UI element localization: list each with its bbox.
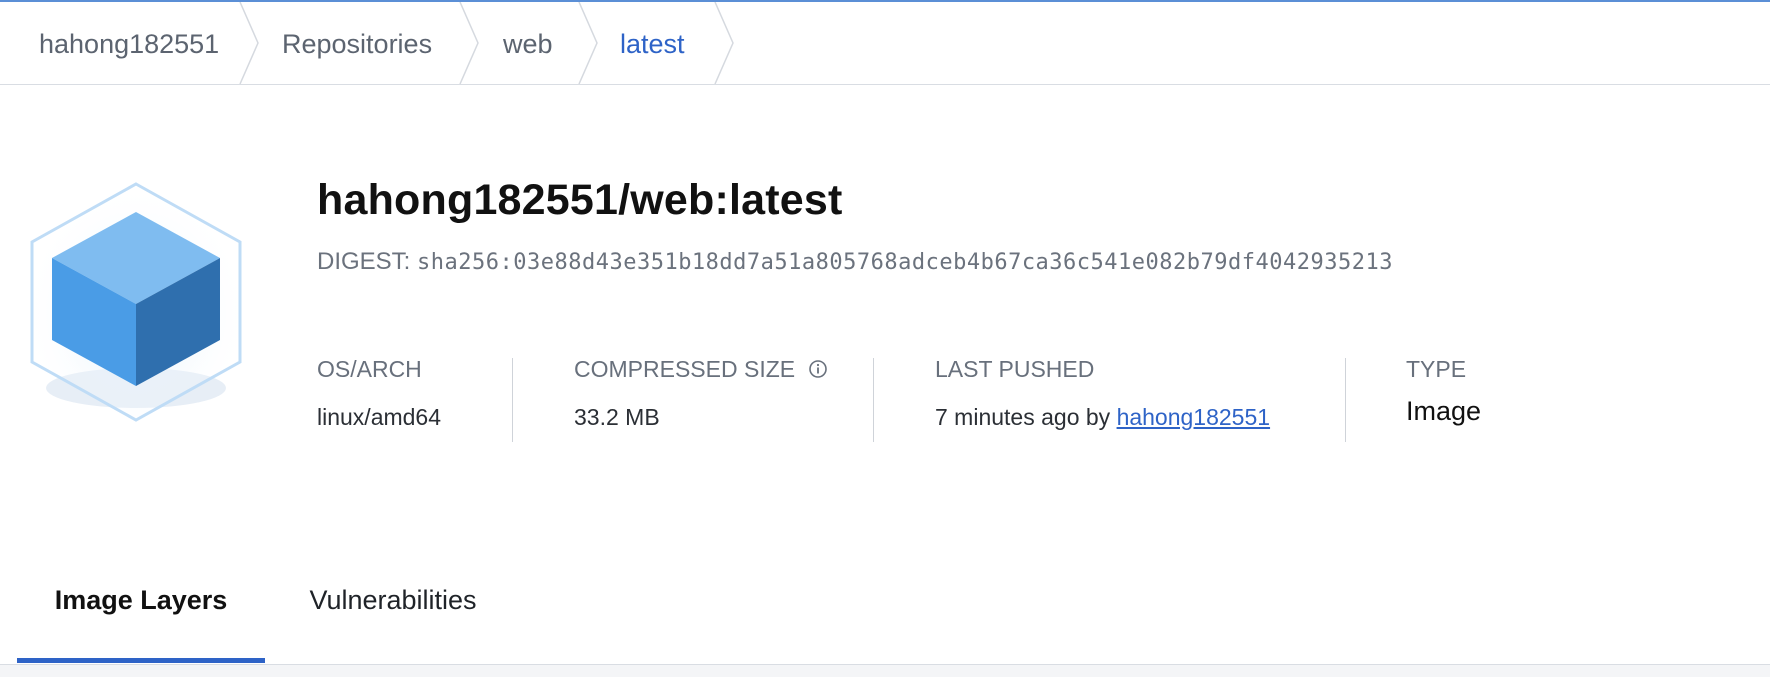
tab-image-layers[interactable]: Image Layers bbox=[17, 548, 265, 664]
breadcrumb-item-user[interactable]: hahong182551 bbox=[39, 2, 219, 84]
info-icon[interactable] bbox=[808, 358, 828, 385]
image-cube-icon bbox=[24, 178, 248, 426]
digest-value: sha256:03e88d43e351b18dd7a51a805768adceb… bbox=[417, 250, 1393, 275]
chevron-right-icon bbox=[713, 2, 737, 84]
tab-bar: Image Layers Vulnerabilities bbox=[0, 548, 1770, 665]
page-title: hahong182551/web:latest bbox=[317, 176, 843, 224]
last-pushed-label: LAST PUSHED bbox=[935, 356, 1095, 382]
compressed-size-value: 33.2 MB bbox=[574, 404, 660, 430]
tab-vulnerabilities[interactable]: Vulnerabilities bbox=[283, 548, 503, 664]
os-arch-label: OS/ARCH bbox=[317, 356, 422, 382]
pushed-by-user-link[interactable]: hahong182551 bbox=[1117, 404, 1271, 430]
breadcrumb-item-repositories[interactable]: Repositories bbox=[282, 2, 432, 84]
os-arch-field: OS/ARCH linux/amd64 bbox=[317, 356, 441, 430]
divider bbox=[873, 358, 874, 442]
divider bbox=[1345, 358, 1346, 442]
chevron-right-icon bbox=[577, 2, 601, 84]
type-label: TYPE bbox=[1406, 356, 1467, 382]
type-field: TYPE Image bbox=[1406, 356, 1481, 426]
breadcrumb-item-web[interactable]: web bbox=[503, 2, 553, 84]
content-area-edge bbox=[0, 665, 1770, 677]
breadcrumb: hahong182551 Repositories web latest bbox=[0, 2, 1770, 85]
active-tab-indicator bbox=[17, 658, 265, 663]
breadcrumb-item-latest[interactable]: latest bbox=[620, 2, 685, 84]
divider bbox=[512, 358, 513, 442]
compressed-size-label: COMPRESSED SIZE bbox=[574, 356, 796, 382]
last-pushed-time: 7 minutes ago by bbox=[935, 404, 1111, 430]
type-value: Image bbox=[1406, 396, 1482, 426]
chevron-right-icon bbox=[458, 2, 482, 84]
chevron-right-icon bbox=[238, 2, 262, 84]
digest-label: DIGEST: bbox=[317, 248, 411, 275]
digest: DIGEST: sha256:03e88d43e351b18dd7a51a805… bbox=[317, 248, 1393, 276]
compressed-size-field: COMPRESSED SIZE 33.2 MB bbox=[574, 356, 828, 430]
os-arch-value: linux/amd64 bbox=[317, 404, 442, 430]
last-pushed-field: LAST PUSHED 7 minutes ago by hahong18255… bbox=[935, 356, 1270, 430]
